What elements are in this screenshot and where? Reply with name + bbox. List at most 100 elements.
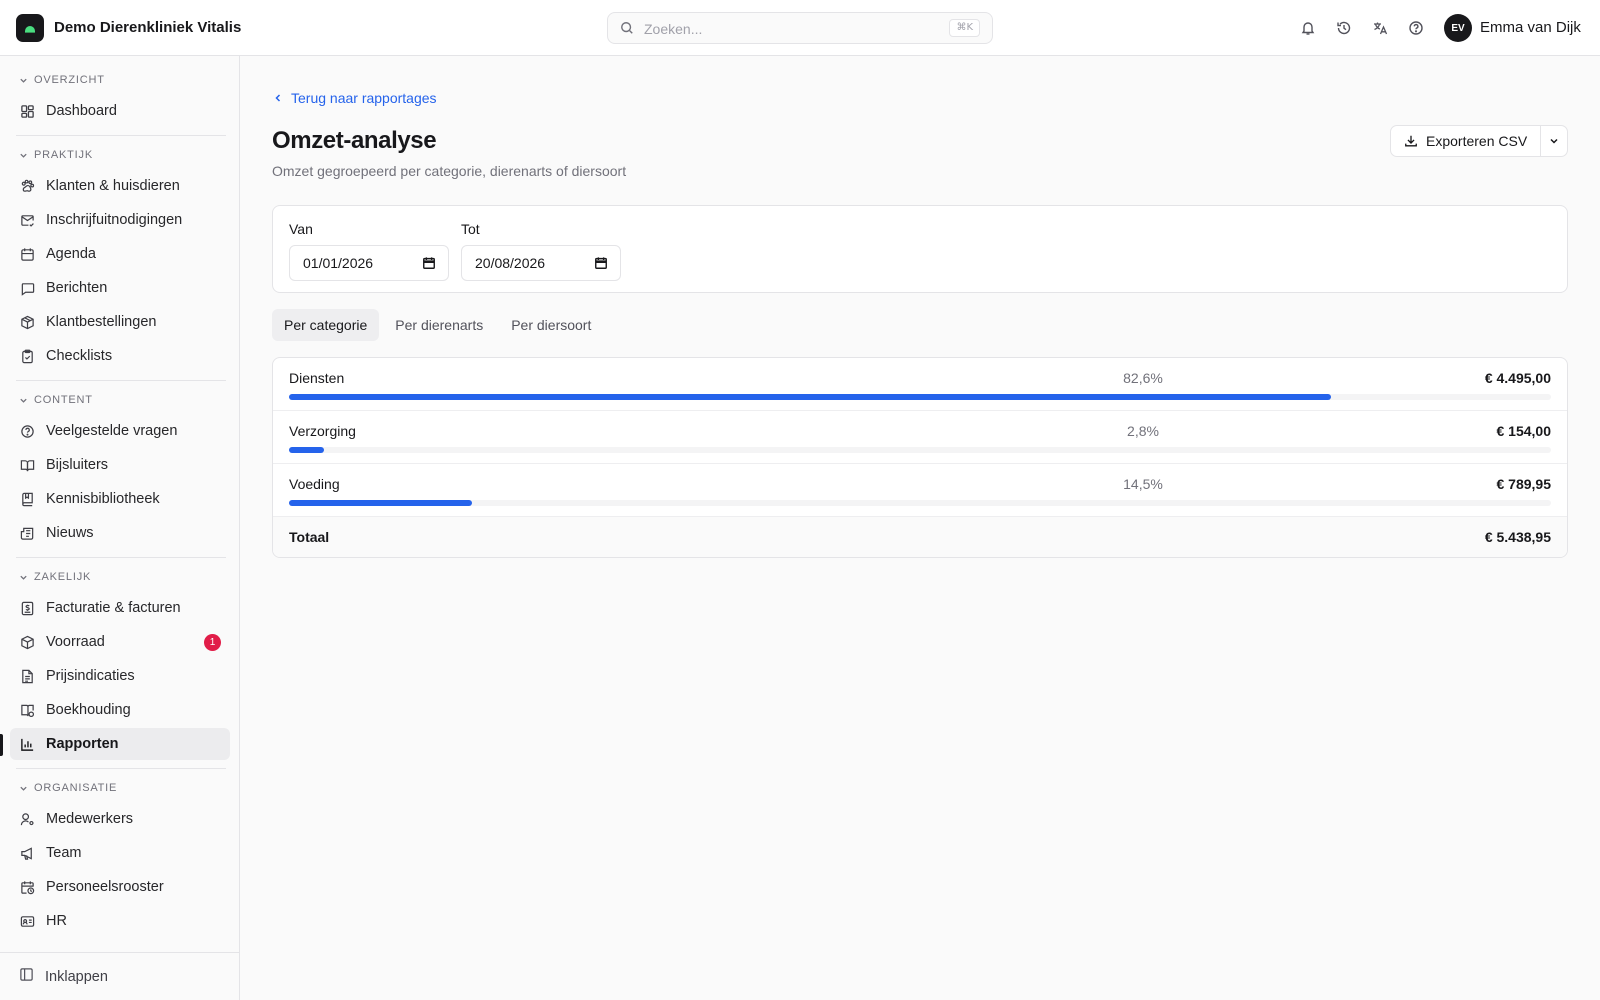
calendar-icon[interactable] bbox=[422, 256, 436, 273]
sidebar-item-dashboard[interactable]: Dashboard bbox=[10, 95, 230, 127]
file-list-icon bbox=[19, 668, 35, 684]
help-icon[interactable] bbox=[1406, 18, 1426, 38]
total-row: Totaal € 5.438,95 bbox=[273, 517, 1567, 557]
sidebar-item-team[interactable]: Team bbox=[10, 837, 230, 869]
row-percentage: 14,5% bbox=[1123, 476, 1163, 492]
book-open-icon bbox=[19, 457, 35, 473]
total-amount: € 5.438,95 bbox=[1484, 529, 1551, 545]
page-title: Omzet-analyse bbox=[272, 127, 437, 154]
export-csv-button[interactable]: Exporteren CSV bbox=[1391, 126, 1541, 156]
dashboard-icon bbox=[19, 103, 35, 119]
to-date-input[interactable]: 20/08/2026 bbox=[461, 245, 621, 281]
section-organisatie[interactable]: ORGANISATIE bbox=[19, 781, 117, 795]
user-cog-icon bbox=[19, 811, 35, 827]
sidebar: OVERZICHT Dashboard PRAKTIJK Klanten & h… bbox=[0, 56, 240, 1000]
sidebar-item-prijsindicaties[interactable]: Prijsindicaties bbox=[10, 660, 230, 692]
chevron-down-icon bbox=[20, 78, 27, 83]
sidebar-item-personeelsrooster[interactable]: Personeelsrooster bbox=[10, 871, 230, 903]
progress-fill bbox=[289, 447, 325, 453]
chevron-down-icon bbox=[20, 153, 27, 158]
progress-fill bbox=[289, 500, 472, 506]
sidebar-item-agenda[interactable]: Agenda bbox=[10, 238, 230, 270]
sidebar-item-facturatie[interactable]: Facturatie & facturen bbox=[10, 592, 230, 624]
sidebar-item-kennisbibliotheek[interactable]: Kennisbibliotheek bbox=[10, 483, 230, 515]
section-zakelijk[interactable]: ZAKELIJK bbox=[19, 570, 91, 584]
search-input[interactable]: Zoeken... ⌘K bbox=[607, 12, 993, 44]
chevron-left-icon bbox=[275, 94, 281, 102]
progress-track bbox=[289, 500, 1551, 506]
sidebar-item-faq[interactable]: Veelgestelde vragen bbox=[10, 415, 230, 447]
sidebar-item-voorraad[interactable]: Voorraad 1 bbox=[10, 626, 230, 658]
section-overzicht[interactable]: OVERZICHT bbox=[19, 73, 105, 87]
row-percentage: 2,8% bbox=[1127, 423, 1159, 439]
package-icon bbox=[19, 314, 35, 330]
user-avatar[interactable]: EV bbox=[1444, 14, 1472, 42]
chevron-down-icon bbox=[20, 786, 27, 791]
user-name[interactable]: Emma van Dijk bbox=[1480, 19, 1581, 36]
translate-icon[interactable] bbox=[1370, 18, 1390, 38]
active-indicator bbox=[0, 734, 3, 756]
revenue-table: Diensten 82,6% € 4.495,00 Verzorging 2,8… bbox=[272, 357, 1568, 558]
row-name: Voeding bbox=[289, 476, 340, 492]
total-label: Totaal bbox=[289, 529, 330, 545]
search-shortcut: ⌘K bbox=[949, 19, 980, 37]
box-icon bbox=[19, 634, 35, 650]
table-row: Voeding 14,5% € 789,95 bbox=[273, 464, 1567, 517]
paw-icon bbox=[19, 178, 35, 194]
calendar-icon[interactable] bbox=[594, 256, 608, 273]
message-icon bbox=[19, 280, 35, 296]
sidebar-item-rapporten[interactable]: Rapporten bbox=[10, 728, 230, 760]
sidebar-item-klantbestellingen[interactable]: Klantbestellingen bbox=[10, 306, 230, 338]
download-icon bbox=[1405, 135, 1417, 147]
section-praktijk[interactable]: PRAKTIJK bbox=[19, 148, 93, 162]
date-filter-card: Van 01/01/2026 Tot 20/08/2026 bbox=[272, 205, 1568, 293]
bell-icon[interactable] bbox=[1298, 18, 1318, 38]
id-card-icon bbox=[19, 913, 35, 929]
page-subtitle: Omzet gegroepeerd per categorie, dierena… bbox=[272, 163, 627, 179]
collapse-sidebar-button[interactable]: Inklappen bbox=[0, 952, 239, 1000]
voorraad-badge: 1 bbox=[204, 634, 221, 651]
clipboard-check-icon bbox=[19, 348, 35, 364]
divider bbox=[16, 380, 226, 381]
progress-fill bbox=[289, 394, 1332, 400]
clinic-logo[interactable] bbox=[16, 14, 44, 42]
sidebar-item-klanten[interactable]: Klanten & huisdieren bbox=[10, 170, 230, 202]
progress-track bbox=[289, 447, 1551, 453]
brand-name[interactable]: Demo Dierenkliniek Vitalis bbox=[54, 19, 241, 36]
history-icon[interactable] bbox=[1334, 18, 1354, 38]
top-bar: Demo Dierenkliniek Vitalis Zoeken... ⌘K … bbox=[0, 0, 1600, 56]
export-button-group: Exporteren CSV bbox=[1390, 125, 1568, 157]
book-icon bbox=[19, 491, 35, 507]
bar-chart-icon bbox=[19, 736, 35, 752]
row-name: Diensten bbox=[289, 370, 345, 386]
from-date-input[interactable]: 01/01/2026 bbox=[289, 245, 449, 281]
section-content[interactable]: CONTENT bbox=[19, 393, 93, 407]
tab-per-diersoort[interactable]: Per diersoort bbox=[499, 309, 603, 341]
divider bbox=[16, 768, 226, 769]
divider bbox=[16, 557, 226, 558]
row-amount: € 154,00 bbox=[1496, 423, 1552, 439]
table-row: Verzorging 2,8% € 154,00 bbox=[273, 411, 1567, 464]
sidebar-item-nieuws[interactable]: Nieuws bbox=[10, 517, 230, 549]
progress-track bbox=[289, 394, 1551, 400]
sidebar-item-inschrijfuitnodigingen[interactable]: Inschrijfuitnodigingen bbox=[10, 204, 230, 236]
mail-check-icon bbox=[19, 212, 35, 228]
table-row: Diensten 82,6% € 4.495,00 bbox=[273, 358, 1567, 411]
sidebar-item-berichten[interactable]: Berichten bbox=[10, 272, 230, 304]
grouping-tabs: Per categorie Per dierenarts Per diersoo… bbox=[272, 309, 603, 341]
chevron-down-icon bbox=[20, 575, 27, 580]
sidebar-item-boekhouding[interactable]: Boekhouding bbox=[10, 694, 230, 726]
row-amount: € 4.495,00 bbox=[1484, 370, 1551, 386]
sidebar-item-bijsluiters[interactable]: Bijsluiters bbox=[10, 449, 230, 481]
tab-per-dierenarts[interactable]: Per dierenarts bbox=[383, 309, 495, 341]
tab-per-categorie[interactable]: Per categorie bbox=[272, 309, 380, 341]
from-label: Van bbox=[289, 221, 313, 237]
logo-icon bbox=[25, 26, 35, 33]
sidebar-item-checklists[interactable]: Checklists bbox=[10, 340, 230, 372]
export-options-button[interactable] bbox=[1541, 126, 1567, 156]
row-name: Verzorging bbox=[289, 423, 356, 439]
back-link[interactable]: Terug naar rapportages bbox=[273, 90, 437, 106]
sidebar-item-hr[interactable]: HR bbox=[10, 905, 230, 937]
sidebar-item-medewerkers[interactable]: Medewerkers bbox=[10, 803, 230, 835]
calendar-icon bbox=[19, 246, 35, 262]
